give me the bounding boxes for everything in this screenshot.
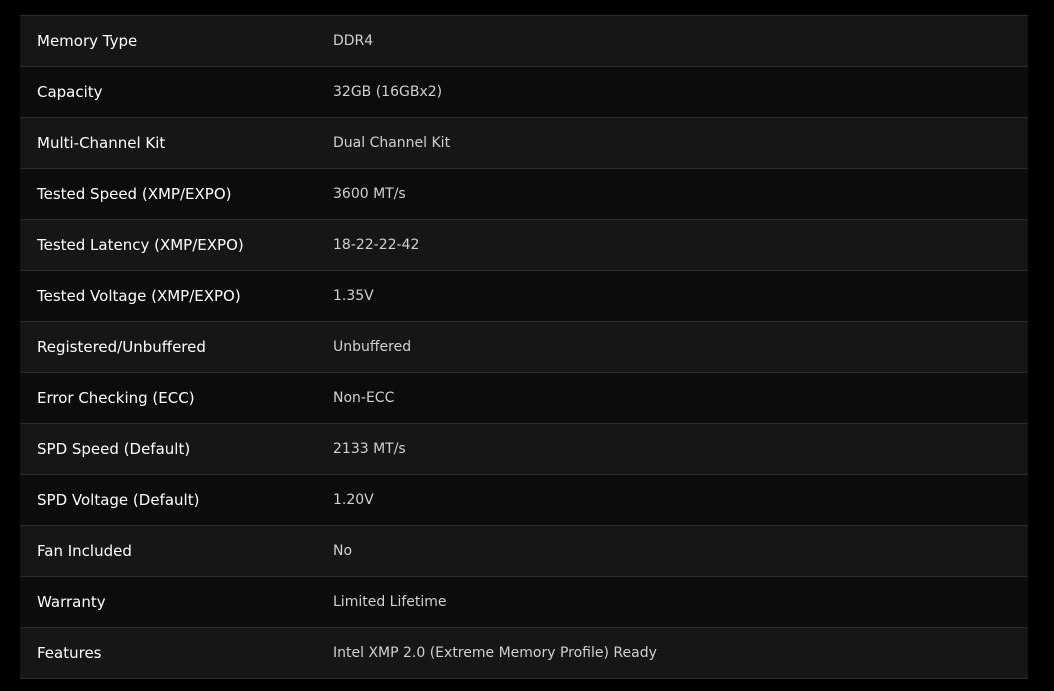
spec-label: Memory Type <box>37 32 138 50</box>
spec-value: No <box>333 543 353 559</box>
spec-value: 18-22-22-42 <box>333 237 420 253</box>
spec-label: Registered/Unbuffered <box>37 338 206 356</box>
spec-row-warranty: Warranty Limited Lifetime <box>20 577 1028 628</box>
spec-row-registered-unbuffered: Registered/Unbuffered Unbuffered <box>20 322 1028 373</box>
spec-value: Dual Channel Kit <box>333 135 451 151</box>
spec-row-spd-speed: SPD Speed (Default) 2133 MT/s <box>20 424 1028 475</box>
spec-label: Warranty <box>37 593 106 611</box>
spec-row-capacity: Capacity 32GB (16GBx2) <box>20 67 1028 118</box>
spec-value: Intel XMP 2.0 (Extreme Memory Profile) R… <box>333 645 657 661</box>
spec-row-tested-speed: Tested Speed (XMP/EXPO) 3600 MT/s <box>20 169 1028 220</box>
spec-label: Tested Speed (XMP/EXPO) <box>37 185 232 203</box>
spec-label: Tested Latency (XMP/EXPO) <box>37 236 244 254</box>
spec-label: Tested Voltage (XMP/EXPO) <box>37 287 241 305</box>
spec-label: Fan Included <box>37 542 132 560</box>
spec-value: 32GB (16GBx2) <box>333 84 443 100</box>
spec-value: Unbuffered <box>333 339 412 355</box>
spec-label: Features <box>37 644 102 662</box>
spec-label: Multi-Channel Kit <box>37 134 166 152</box>
spec-row-tested-voltage: Tested Voltage (XMP/EXPO) 1.35V <box>20 271 1028 322</box>
spec-value: 1.35V <box>333 288 374 304</box>
spec-label: Capacity <box>37 83 103 101</box>
spec-row-tested-latency: Tested Latency (XMP/EXPO) 18-22-22-42 <box>20 220 1028 271</box>
spec-row-fan-included: Fan Included No <box>20 526 1028 577</box>
spec-row-multi-channel-kit: Multi-Channel Kit Dual Channel Kit <box>20 118 1028 169</box>
spec-row-memory-type: Memory Type DDR4 <box>20 16 1028 67</box>
spec-label: Error Checking (ECC) <box>37 389 195 407</box>
spec-row-spd-voltage: SPD Voltage (Default) 1.20V <box>20 475 1028 526</box>
spec-label: SPD Voltage (Default) <box>37 491 200 509</box>
spec-value: 2133 MT/s <box>333 441 406 457</box>
spec-value: Non-ECC <box>333 390 395 406</box>
spec-value: DDR4 <box>333 33 374 49</box>
spec-value: Limited Lifetime <box>333 594 447 610</box>
spec-label: SPD Speed (Default) <box>37 440 191 458</box>
spec-value: 1.20V <box>333 492 374 508</box>
spec-row-error-checking: Error Checking (ECC) Non-ECC <box>20 373 1028 424</box>
spec-value: 3600 MT/s <box>333 186 406 202</box>
spec-row-features: Features Intel XMP 2.0 (Extreme Memory P… <box>20 628 1028 679</box>
specs-table: Memory Type DDR4 Capacity 32GB (16GBx2) … <box>20 15 1028 679</box>
